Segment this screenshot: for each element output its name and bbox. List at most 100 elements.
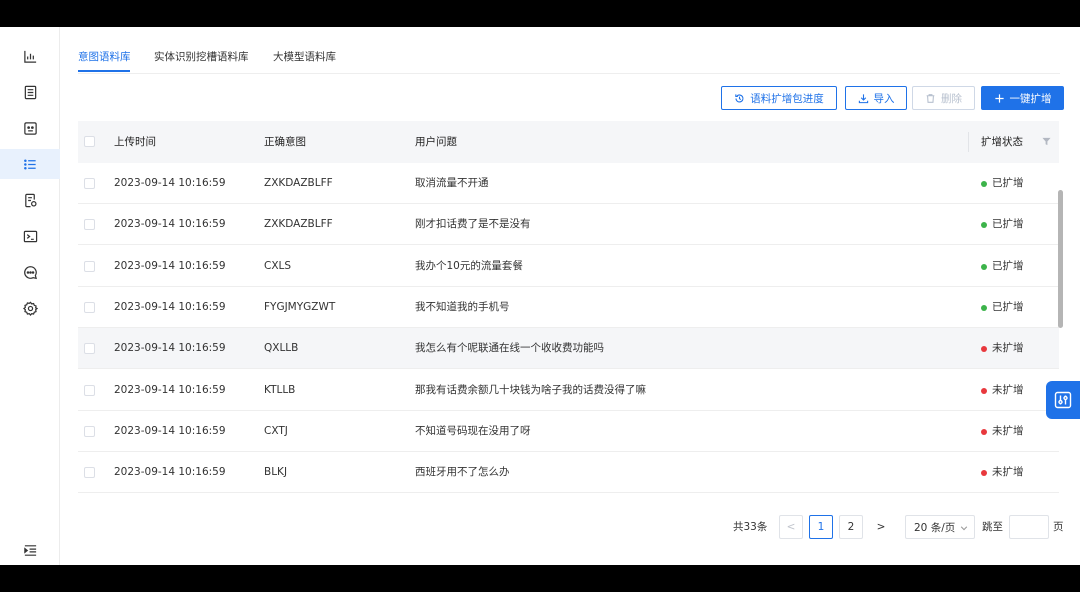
- next-page-button[interactable]: >: [869, 515, 893, 539]
- history-icon: [735, 93, 744, 102]
- upload-time-cell: 2023-09-14 10:16:59: [114, 259, 226, 272]
- sliders-icon: [1054, 391, 1072, 409]
- upload-time-cell: 2023-09-14 10:16:59: [114, 424, 226, 437]
- sidebar-item-documents[interactable]: [0, 77, 60, 107]
- jump-prefix: 跳至: [982, 521, 1003, 533]
- sidebar-item-corpus[interactable]: [0, 149, 60, 179]
- expansion-progress-button[interactable]: 语料扩增包进度: [721, 86, 837, 110]
- status-dot: [981, 470, 987, 477]
- intent-cell: QXLLB: [264, 342, 299, 355]
- status-dot: [981, 428, 987, 435]
- import-button[interactable]: 导入: [845, 86, 907, 110]
- one-click-expand-label: 一键扩增: [1009, 92, 1052, 105]
- sidebar-item-terminal[interactable]: [0, 221, 60, 251]
- intent-cell: FYGJMYGZWT: [264, 300, 336, 313]
- one-click-expand-button[interactable]: 一键扩增: [981, 86, 1064, 110]
- row-checkbox[interactable]: [84, 260, 95, 272]
- table-header: 上传时间 正确意图 用户问题 扩增状态: [78, 121, 1059, 163]
- row-checkbox[interactable]: [84, 178, 95, 189]
- prev-page-button[interactable]: <: [779, 515, 803, 539]
- chat-bubble-icon: [23, 265, 37, 279]
- table-row[interactable]: 2023-09-14 10:16:59 FYGJMYGZWT 我不知道我的手机号 已扩…: [78, 287, 1059, 328]
- row-checkbox[interactable]: [84, 343, 95, 355]
- total-count: 共33条: [733, 521, 768, 533]
- row-checkbox[interactable]: [84, 425, 95, 437]
- status-cell: 已扩增: [992, 259, 1024, 272]
- row-checkbox[interactable]: [84, 467, 95, 479]
- file-settings-icon: [24, 193, 37, 207]
- list-icon: [23, 158, 36, 170]
- column-divider: [968, 132, 969, 152]
- corpus-tabs: 意图语料库 实体识别挖槽语料库 大模型语料库: [78, 27, 1060, 74]
- bot-face-icon: [23, 121, 37, 135]
- status-dot: [981, 387, 987, 394]
- question-cell: 我不知道我的手机号: [415, 300, 510, 313]
- question-cell: 西班牙用不了怎么办: [415, 466, 510, 479]
- sidebar-item-file-settings[interactable]: [0, 185, 60, 215]
- status-cell: 未扩增: [992, 424, 1024, 437]
- table-row[interactable]: 2023-09-14 10:16:59 CXLS 我办个10元的流量套餐 已扩增: [78, 246, 1059, 287]
- sidebar-item-statistics[interactable]: [0, 41, 60, 71]
- column-upload-time: 上传时间: [114, 136, 156, 148]
- upload-time-cell: 2023-09-14 10:16:59: [114, 383, 226, 396]
- tab-intent-corpus[interactable]: 意图语料库: [78, 49, 131, 64]
- intent-cell: KTLLB: [264, 383, 296, 396]
- sidebar-item-bot[interactable]: [0, 113, 60, 143]
- table-scrollbar[interactable]: [1058, 190, 1063, 328]
- question-cell: 不知道号码现在没用了呀: [415, 424, 531, 437]
- table-row[interactable]: 2023-09-14 10:16:59 CXTJ 不知道号码现在没用了呀 未扩增: [78, 411, 1059, 452]
- table-row[interactable]: 2023-09-14 10:16:59 ZXKDAZBLFF 取消流量不开通 已扩增: [78, 163, 1059, 204]
- sidebar-item-settings[interactable]: [0, 293, 60, 323]
- select-all-checkbox[interactable]: [84, 136, 95, 147]
- page-1-button[interactable]: 1: [809, 515, 833, 539]
- table-row[interactable]: 2023-09-14 10:16:59 QXLLB 我怎么有个呢联通在线一个收收费功…: [78, 328, 1059, 370]
- list-document-icon: [24, 85, 36, 99]
- status-cell: 已扩增: [992, 218, 1024, 231]
- upload-time-cell: 2023-09-14 10:16:59: [114, 177, 226, 189]
- table-row[interactable]: 2023-09-14 10:16:59 KTLLB 那我有话费余额几十块钱为啥子我的…: [78, 370, 1059, 411]
- import-label: 导入: [873, 92, 895, 105]
- terminal-icon: [23, 230, 37, 242]
- sidebar-item-chat[interactable]: [0, 257, 60, 287]
- table-row[interactable]: 2023-09-14 10:16:59 ZXKDAZBLFF 刚才扣话费了是不是没有…: [78, 204, 1059, 246]
- question-cell: 我办个10元的流量套餐: [415, 259, 523, 272]
- question-cell: 取消流量不开通: [415, 177, 489, 189]
- intent-cell: BLKJ: [264, 466, 288, 479]
- tab-entity-corpus[interactable]: 实体识别挖槽语料库: [154, 49, 249, 64]
- intent-cell: ZXKDAZBLFF: [264, 177, 333, 189]
- delete-button[interactable]: 删除: [912, 86, 975, 110]
- status-cell: 未扩增: [992, 342, 1024, 355]
- jump-suffix: 页: [1053, 521, 1064, 533]
- delete-label: 删除: [941, 92, 962, 105]
- sidebar: [0, 27, 60, 565]
- sidebar-collapse-button[interactable]: [0, 535, 60, 565]
- upload-time-cell: 2023-09-14 10:16:59: [114, 342, 226, 355]
- page-2-button[interactable]: 2: [839, 515, 863, 539]
- row-checkbox[interactable]: [84, 384, 95, 396]
- plus-icon: [994, 93, 1004, 103]
- main-content: 意图语料库 实体识别挖槽语料库 大模型语料库 语料扩增包进度 导入 删除 一键扩…: [60, 27, 1080, 565]
- floating-settings-button[interactable]: [1046, 381, 1080, 419]
- column-intent: 正确意图: [264, 136, 306, 148]
- collapse-menu-icon: [23, 544, 36, 556]
- tab-llm-corpus[interactable]: 大模型语料库: [273, 49, 336, 64]
- intent-cell: CXTJ: [264, 424, 288, 437]
- download-icon: [858, 93, 868, 103]
- page-size-select[interactable]: 20 条/页: [905, 515, 975, 539]
- upload-time-cell: 2023-09-14 10:16:59: [114, 466, 226, 479]
- status-dot: [981, 222, 987, 229]
- chevron-down-icon: [960, 526, 968, 531]
- upload-time-cell: 2023-09-14 10:16:59: [114, 300, 226, 313]
- app-window: 意图语料库 实体识别挖槽语料库 大模型语料库 语料扩增包进度 导入 删除 一键扩…: [0, 27, 1080, 565]
- page-size-value: 20 条/页: [914, 521, 956, 534]
- filter-icon[interactable]: [1042, 137, 1051, 146]
- row-checkbox[interactable]: [84, 301, 95, 313]
- status-cell: 未扩增: [992, 466, 1024, 479]
- jump-page-input[interactable]: [1009, 515, 1049, 539]
- row-checkbox[interactable]: [84, 219, 95, 231]
- table-row[interactable]: 2023-09-14 10:16:59 BLKJ 西班牙用不了怎么办 未扩增: [78, 452, 1059, 493]
- status-cell: 已扩增: [992, 177, 1024, 189]
- question-cell: 刚才扣话费了是不是没有: [415, 218, 531, 231]
- upload-time-cell: 2023-09-14 10:16:59: [114, 218, 226, 231]
- column-status: 扩增状态: [981, 136, 1023, 148]
